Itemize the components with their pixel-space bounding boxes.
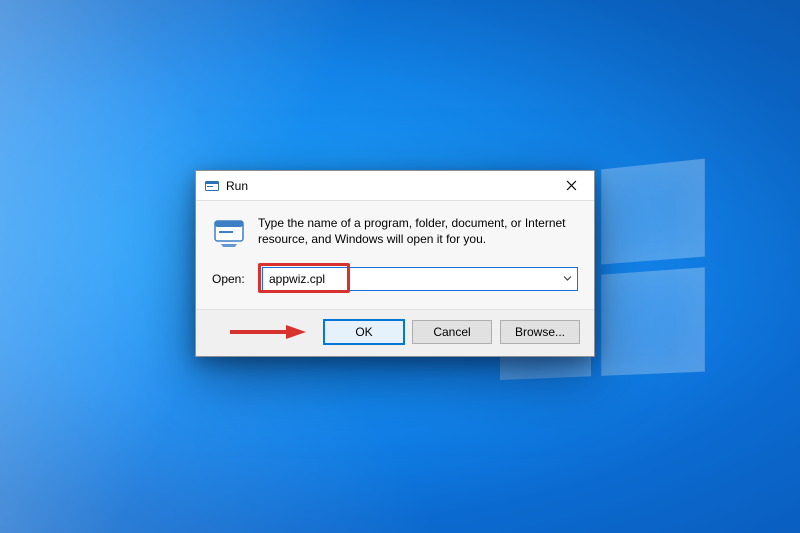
browse-button[interactable]: Browse... xyxy=(500,320,580,344)
open-input[interactable] xyxy=(262,267,578,291)
dialog-title: Run xyxy=(226,179,248,193)
dialog-description: Type the name of a program, folder, docu… xyxy=(258,215,578,249)
close-icon xyxy=(566,179,577,193)
run-body-icon xyxy=(212,215,246,249)
run-dialog: Run Type the name of a program, f xyxy=(195,170,595,357)
cancel-button[interactable]: Cancel xyxy=(412,320,492,344)
ok-button[interactable]: OK xyxy=(324,320,404,344)
titlebar[interactable]: Run xyxy=(196,171,594,201)
run-dialog-icon xyxy=(204,178,220,194)
close-button[interactable] xyxy=(548,171,594,201)
open-label: Open: xyxy=(212,272,252,286)
desktop-wallpaper: Run Type the name of a program, f xyxy=(0,0,800,533)
annotation-arrow-icon xyxy=(228,322,306,342)
